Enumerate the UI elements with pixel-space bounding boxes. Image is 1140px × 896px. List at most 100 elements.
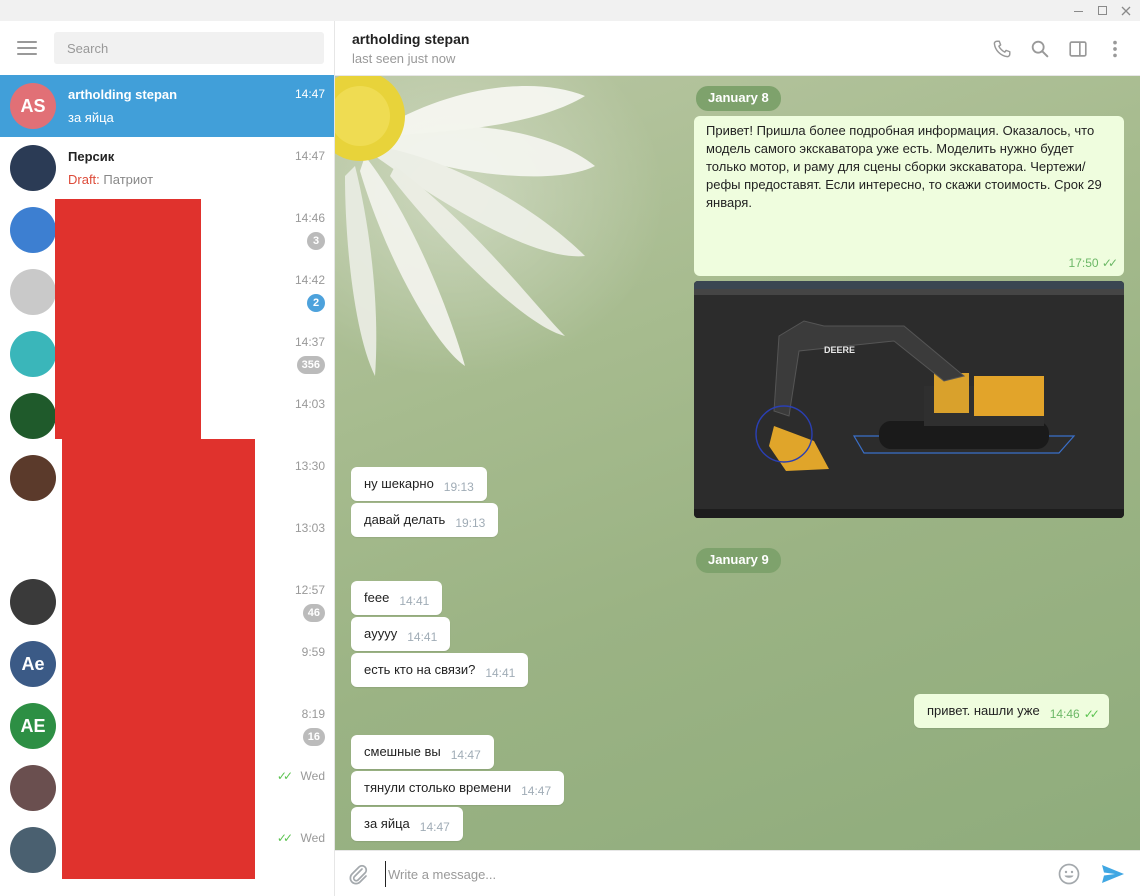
chat-name: artholding stepan <box>68 87 178 102</box>
message-time: 14:41 <box>399 594 430 608</box>
minimize-button[interactable] <box>1066 0 1090 21</box>
phone-icon[interactable] <box>991 38 1013 60</box>
message-bubble-incoming[interactable]: feee 14:41 <box>351 581 443 615</box>
message-bubble-incoming[interactable]: смешные вы 14:47 <box>351 735 494 769</box>
chat-time: 14:03 <box>294 397 325 411</box>
avatar <box>10 765 56 811</box>
avatar <box>10 331 56 377</box>
close-button[interactable] <box>1114 0 1138 21</box>
peer-status: last seen just now <box>352 51 456 66</box>
draft-label: Draft: <box>68 172 100 187</box>
chat-header: artholding stepan last seen just now <box>335 21 1140 76</box>
avatar <box>10 517 56 563</box>
chat-time: 12:57 <box>294 583 325 597</box>
read-check-icon: ✓✓ <box>1083 707 1100 721</box>
message-time: 14:41 <box>407 630 438 644</box>
message-text: ну шекарно <box>364 476 434 491</box>
message-text: тянули столько времени <box>364 780 512 795</box>
message-text: за яйца <box>364 816 410 831</box>
avatar <box>10 269 56 315</box>
message-bubble-incoming[interactable]: за яйца 14:47 <box>351 807 463 841</box>
chat-time: 13:03 <box>294 521 325 535</box>
window-titlebar <box>0 0 1140 21</box>
avatar: AE <box>10 703 56 749</box>
chat-time: 14:37 <box>294 335 325 349</box>
message-time: 14:47 <box>419 820 450 834</box>
more-options-icon[interactable] <box>1104 38 1126 60</box>
read-check-icon: ✓✓ <box>276 831 293 845</box>
unread-badge: 46 <box>302 604 325 622</box>
unread-badge: 16 <box>302 728 325 746</box>
chat-time: 9:59 <box>301 645 325 659</box>
unread-badge: 3 <box>307 232 325 250</box>
excavator-photo[interactable]: DEERE <box>694 281 1124 518</box>
message-bubble-outgoing[interactable]: Привет! Пришла более подробная информаци… <box>694 116 1124 276</box>
message-time: 14:47 <box>521 784 552 798</box>
chat-preview-text: Патриот <box>103 172 154 187</box>
chat-time: 14:47 <box>294 149 325 163</box>
peer-name[interactable]: artholding stepan <box>352 31 469 47</box>
sidebar: AS artholding stepan 14:47 за яйца Персик 14:… <box>0 21 335 896</box>
chat-panel: artholding stepan last seen just now Jan… <box>335 21 1140 896</box>
chat-preview-text: за яйца <box>68 110 114 125</box>
emoji-icon[interactable] <box>1057 862 1081 886</box>
redaction-block <box>55 199 201 439</box>
avatar <box>10 207 56 253</box>
chat-preview: за яйца <box>68 110 114 125</box>
sidebar-top <box>0 21 334 75</box>
redaction-block <box>62 439 255 879</box>
search-icon[interactable] <box>1029 38 1051 60</box>
chat-time: 13:30 <box>294 459 325 473</box>
message-time: 17:50 <box>1068 256 1099 270</box>
send-icon[interactable] <box>1100 862 1126 886</box>
sidebar-toggle-icon[interactable] <box>1067 38 1089 60</box>
date-divider: January 8 <box>696 86 781 111</box>
excavator-brand-label: DEERE <box>824 345 855 355</box>
chat-time: 14:42 <box>294 273 325 287</box>
message-text: Привет! Пришла более подробная информаци… <box>706 123 1102 210</box>
avatar <box>10 455 56 501</box>
chat-time: 8:19 <box>301 707 325 721</box>
message-composer <box>335 850 1140 896</box>
maximize-button[interactable] <box>1090 0 1114 21</box>
excavator-image: DEERE <box>694 281 1124 518</box>
read-check-icon: ✓✓ <box>276 769 293 783</box>
message-time: 14:41 <box>485 666 516 680</box>
wallpaper-flower-image <box>335 76 595 376</box>
avatar <box>10 393 56 439</box>
avatar <box>10 579 56 625</box>
message-text: feee <box>364 590 390 605</box>
message-area: January 8 Привет! Пришла более подробная… <box>335 76 1140 850</box>
chat-time: Wed <box>300 831 325 845</box>
message-time: 19:13 <box>455 516 486 530</box>
attach-icon[interactable] <box>346 862 370 886</box>
chat-list-item[interactable]: Персик 14:47 Draft: Патриот <box>0 137 334 199</box>
unread-badge: 2 <box>307 294 325 312</box>
message-bubble-outgoing[interactable]: привет. нашли уже 14:46 ✓✓ <box>914 694 1109 728</box>
chat-time: Wed <box>300 769 325 783</box>
close-icon <box>1121 6 1131 15</box>
read-check-icon: ✓✓ <box>1101 256 1118 270</box>
message-bubble-incoming[interactable]: ну шекарно 19:13 <box>351 467 487 501</box>
chat-time: 14:47 <box>294 87 325 101</box>
message-time: 19:13 <box>443 480 474 494</box>
minimize-icon <box>1073 11 1083 12</box>
message-bubble-incoming[interactable]: ayyyy 14:41 <box>351 617 451 651</box>
avatar: Ae <box>10 641 56 687</box>
message-bubble-incoming[interactable]: есть кто на связи? 14:41 <box>351 653 529 687</box>
message-bubble-incoming[interactable]: тянули столько времени 14:47 <box>351 771 565 805</box>
chat-name: Персик <box>68 149 115 164</box>
message-text: смешные вы <box>364 744 441 759</box>
message-text: привет. нашли уже <box>927 703 1040 718</box>
message-bubble-incoming[interactable]: давай делать 19:13 <box>351 503 499 537</box>
search-input[interactable] <box>54 32 324 64</box>
avatar <box>10 827 56 873</box>
maximize-icon <box>1097 6 1107 15</box>
unread-badge: 356 <box>296 356 325 374</box>
chat-list-item[interactable]: AS artholding stepan 14:47 за яйца <box>0 75 334 137</box>
message-input[interactable] <box>385 861 1045 887</box>
hamburger-menu-icon[interactable] <box>17 41 37 55</box>
avatar: AS <box>10 83 56 129</box>
message-time: 14:47 <box>450 748 481 762</box>
message-text: есть кто на связи? <box>364 662 476 677</box>
